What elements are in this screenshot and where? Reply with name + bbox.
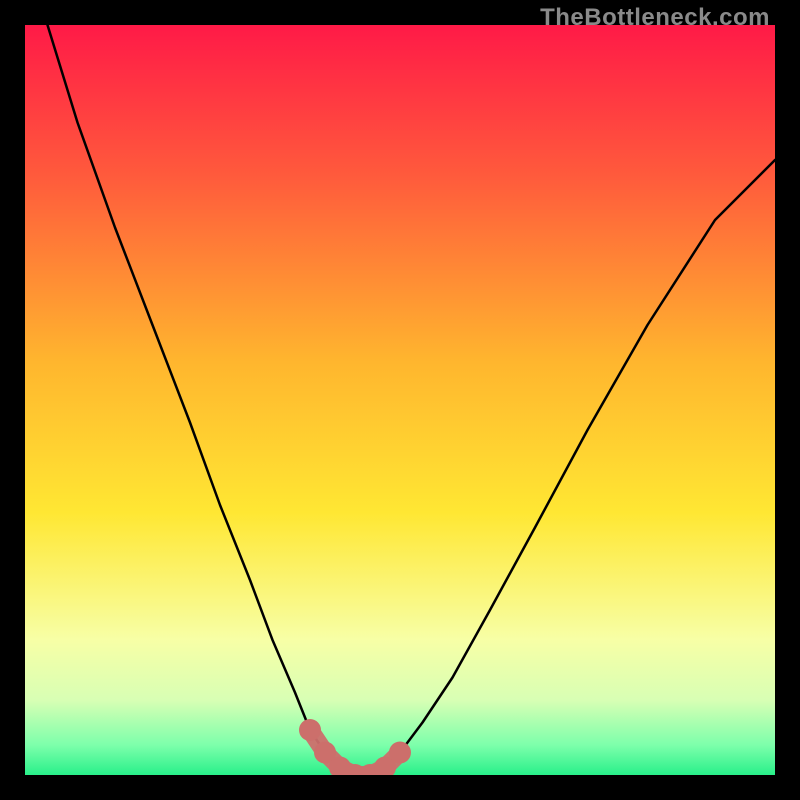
watermark-text: TheBottleneck.com [540, 4, 770, 32]
chart-frame [25, 25, 775, 775]
marker-dot [299, 719, 321, 741]
bottleneck-chart [25, 25, 775, 775]
gradient-background [25, 25, 775, 775]
marker-dot [389, 742, 411, 764]
